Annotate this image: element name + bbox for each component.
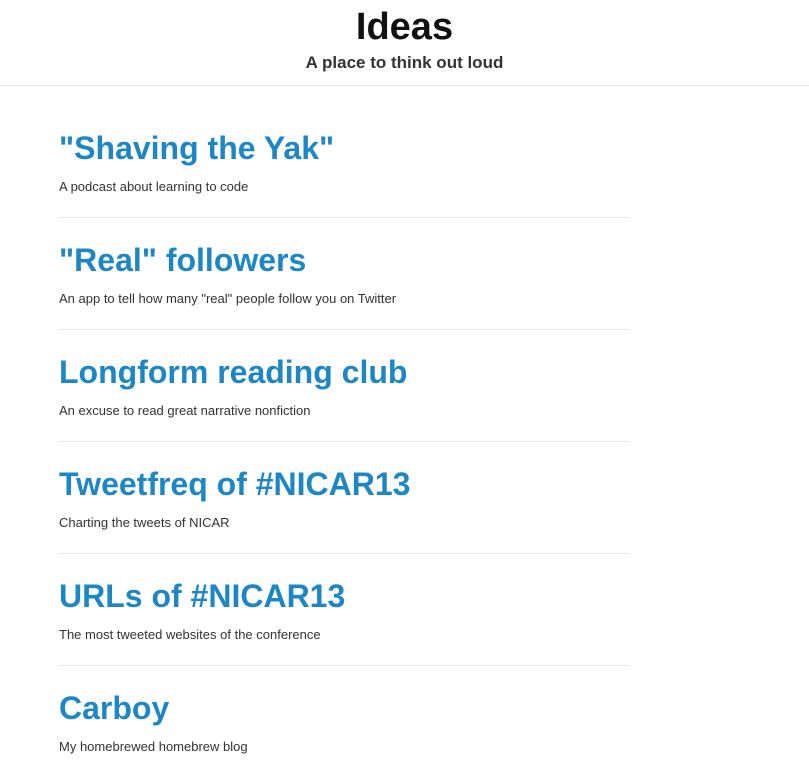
idea-title-link[interactable]: URLs of #NICAR13: [59, 577, 345, 615]
site-subtitle: A place to think out loud: [305, 53, 504, 72]
idea-description: An excuse to read great narrative nonfic…: [59, 403, 311, 418]
site-header: Ideas A place to think out loud: [0, 0, 809, 86]
idea-title-link[interactable]: Tweetfreq of #NICAR13: [59, 465, 410, 503]
idea-title-link[interactable]: Longform reading club: [59, 353, 407, 391]
idea-description: The most tweeted websites of the confere…: [59, 627, 321, 642]
idea-item: Tweetfreq of #NICAR13 Charting the tweet…: [59, 442, 629, 554]
idea-title-link[interactable]: "Shaving the Yak": [59, 129, 334, 167]
idea-description: My homebrewed homebrew blog: [59, 739, 248, 754]
idea-description: A podcast about learning to code: [59, 179, 249, 194]
idea-title-link[interactable]: Carboy: [59, 689, 169, 727]
idea-item: Carboy My homebrewed homebrew blog: [59, 666, 629, 777]
idea-title-link[interactable]: "Real" followers: [59, 241, 306, 279]
idea-list: "Shaving the Yak" A podcast about learni…: [59, 87, 629, 777]
idea-item: "Shaving the Yak" A podcast about learni…: [59, 87, 629, 218]
idea-description: Charting the tweets of NICAR: [59, 515, 230, 530]
idea-item: Longform reading club An excuse to read …: [59, 330, 629, 442]
idea-item: URLs of #NICAR13 The most tweeted websit…: [59, 554, 629, 666]
idea-item: "Real" followers An app to tell how many…: [59, 218, 629, 330]
idea-description: An app to tell how many "real" people fo…: [59, 291, 397, 306]
site-title: Ideas: [355, 6, 454, 48]
